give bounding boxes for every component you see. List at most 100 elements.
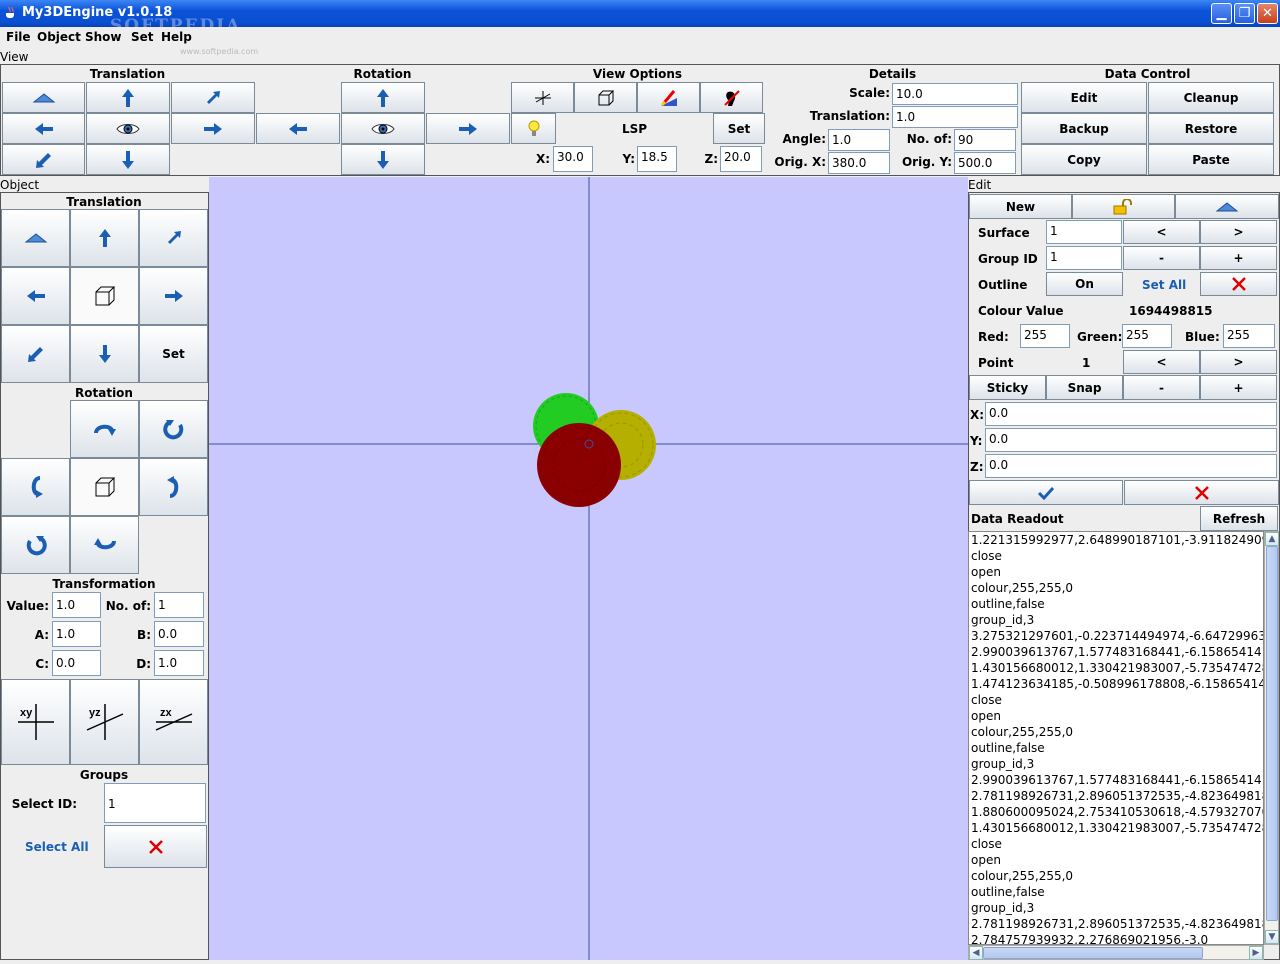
surface-prev-button[interactable]: <: [1123, 220, 1200, 244]
lsp-y-input[interactable]: 18.5: [637, 146, 677, 172]
scroll-down-arrow-icon[interactable]: ▼: [1265, 930, 1279, 944]
data-readout-textarea[interactable]: 1.221315992977,2.648990187101,-3.9118249…: [968, 531, 1264, 945]
view-rotate-eye-button[interactable]: [341, 113, 425, 144]
group-id-plus-button[interactable]: +: [1200, 246, 1277, 270]
select-id-input[interactable]: 1: [104, 783, 206, 823]
c-input[interactable]: 0.0: [52, 650, 101, 676]
value-input[interactable]: 1.0: [52, 592, 101, 618]
orig-y-input[interactable]: 500.0: [954, 152, 1016, 174]
copy-button[interactable]: Copy: [1021, 144, 1147, 175]
a-input[interactable]: 1.0: [52, 621, 101, 647]
rotate-y-left-button[interactable]: [1, 458, 70, 516]
vertical-scroll-thumb[interactable]: [1266, 546, 1278, 921]
object-move-diagonal-down-button[interactable]: [1, 325, 70, 383]
toggle-axes-button[interactable]: [511, 82, 574, 113]
view-move-diagonal-down-button[interactable]: [2, 144, 85, 175]
minimize-button[interactable]: ▁: [1211, 3, 1232, 24]
orig-x-input[interactable]: 380.0: [828, 152, 890, 174]
view-rotate-up-button[interactable]: [341, 82, 425, 113]
view-move-right-button[interactable]: [171, 113, 255, 144]
scroll-left-arrow-icon[interactable]: ◀: [969, 946, 983, 960]
plane-xy-button[interactable]: xy: [1, 679, 70, 765]
edit-button[interactable]: Edit: [1021, 82, 1147, 113]
view-rotate-down-button[interactable]: [341, 144, 425, 175]
menu-file[interactable]: File: [6, 30, 31, 44]
translation-input[interactable]: 1.0: [892, 106, 1018, 128]
object-move-up-button[interactable]: [1, 209, 70, 267]
view-move-left-button[interactable]: [2, 113, 85, 144]
plane-yz-button[interactable]: yz: [70, 679, 139, 765]
object-cube-button[interactable]: [70, 267, 139, 325]
point-plus-button[interactable]: +: [1200, 375, 1277, 400]
horizontal-scroll-thumb[interactable]: [983, 947, 1203, 959]
object-move-right-button[interactable]: [139, 267, 208, 325]
menu-help[interactable]: Help: [161, 30, 192, 44]
rotate-z-clockwise-button[interactable]: [139, 400, 208, 458]
maximize-button[interactable]: ❐: [1234, 3, 1255, 24]
group-id-minus-button[interactable]: -: [1123, 246, 1200, 270]
object-move-south-button[interactable]: [70, 325, 139, 383]
lsp-z-input[interactable]: 20.0: [720, 146, 762, 172]
angle-input[interactable]: 1.0: [828, 129, 890, 151]
view-rotate-right-button[interactable]: [426, 113, 510, 144]
blue-input[interactable]: 255: [1223, 324, 1275, 348]
red-input[interactable]: 255: [1020, 324, 1070, 348]
restore-button[interactable]: Restore: [1148, 113, 1274, 144]
view-move-north-button[interactable]: [86, 82, 170, 113]
scale-input[interactable]: 10.0: [892, 83, 1018, 105]
backup-button[interactable]: Backup: [1021, 113, 1147, 144]
point-prev-button[interactable]: <: [1123, 350, 1200, 374]
object-no-of-input[interactable]: 1: [154, 592, 204, 618]
d-input[interactable]: 1.0: [154, 650, 204, 676]
view-move-south-button[interactable]: [86, 144, 170, 175]
object-set-button[interactable]: Set: [139, 325, 208, 383]
clear-selection-button[interactable]: [104, 825, 207, 868]
cleanup-button[interactable]: Cleanup: [1148, 82, 1274, 113]
surface-next-button[interactable]: >: [1200, 220, 1277, 244]
green-input[interactable]: 255: [1122, 324, 1172, 348]
outline-toggle-button[interactable]: On: [1046, 272, 1123, 296]
scroll-up-arrow-icon[interactable]: ▲: [1265, 532, 1279, 546]
toggle-hidden-surfaces-button[interactable]: [700, 82, 763, 113]
point-y-input[interactable]: 0.0: [985, 428, 1277, 452]
readout-vertical-scrollbar[interactable]: ▲ ▼: [1264, 531, 1279, 945]
point-next-button[interactable]: >: [1200, 350, 1277, 374]
delete-surface-button[interactable]: [1200, 272, 1277, 296]
rotate-y-right-button[interactable]: [139, 458, 208, 516]
set-all-link[interactable]: Set All: [1142, 278, 1186, 292]
view-move-diagonal-button[interactable]: [171, 82, 255, 113]
group-id-input[interactable]: 1: [1046, 246, 1122, 270]
point-x-input[interactable]: 0.0: [985, 402, 1277, 426]
b-input[interactable]: 0.0: [154, 621, 204, 647]
paste-button[interactable]: Paste: [1148, 144, 1274, 175]
confirm-button[interactable]: [969, 480, 1123, 505]
lsp-set-button[interactable]: Set: [713, 113, 765, 144]
toggle-fill-button[interactable]: [637, 82, 700, 113]
readout-horizontal-scrollbar[interactable]: ◀ ▶: [968, 945, 1264, 960]
view-no-of-input[interactable]: 90: [954, 129, 1016, 151]
object-move-diagonal-button[interactable]: [139, 209, 208, 267]
lock-button[interactable]: [1072, 194, 1175, 219]
point-z-input[interactable]: 0.0: [985, 454, 1277, 478]
rotate-x-forward-button[interactable]: [70, 400, 139, 458]
scroll-right-arrow-icon[interactable]: ▶: [1249, 946, 1263, 960]
new-surface-button[interactable]: New: [969, 194, 1072, 219]
refresh-button[interactable]: Refresh: [1200, 506, 1278, 531]
view-move-up-button[interactable]: [2, 82, 85, 113]
menu-show[interactable]: Show: [85, 30, 122, 44]
close-button[interactable]: ✕: [1257, 3, 1278, 24]
lsp-x-input[interactable]: 30.0: [553, 146, 593, 172]
cancel-button[interactable]: [1124, 480, 1279, 505]
select-all-link[interactable]: Select All: [25, 840, 89, 854]
3d-viewport[interactable]: [209, 177, 968, 960]
rotation-cube-button[interactable]: [70, 458, 139, 516]
surface-input[interactable]: 1: [1046, 220, 1122, 244]
sticky-button[interactable]: Sticky: [969, 375, 1046, 400]
object-move-north-button[interactable]: [70, 209, 139, 267]
snap-button[interactable]: Snap: [1046, 375, 1123, 400]
rotate-x-backward-button[interactable]: [70, 516, 139, 574]
plane-zx-button[interactable]: zx: [139, 679, 208, 765]
menu-set[interactable]: Set: [131, 30, 154, 44]
toggle-wireframe-button[interactable]: [574, 82, 637, 113]
rotate-z-counterclockwise-button[interactable]: [1, 516, 70, 574]
